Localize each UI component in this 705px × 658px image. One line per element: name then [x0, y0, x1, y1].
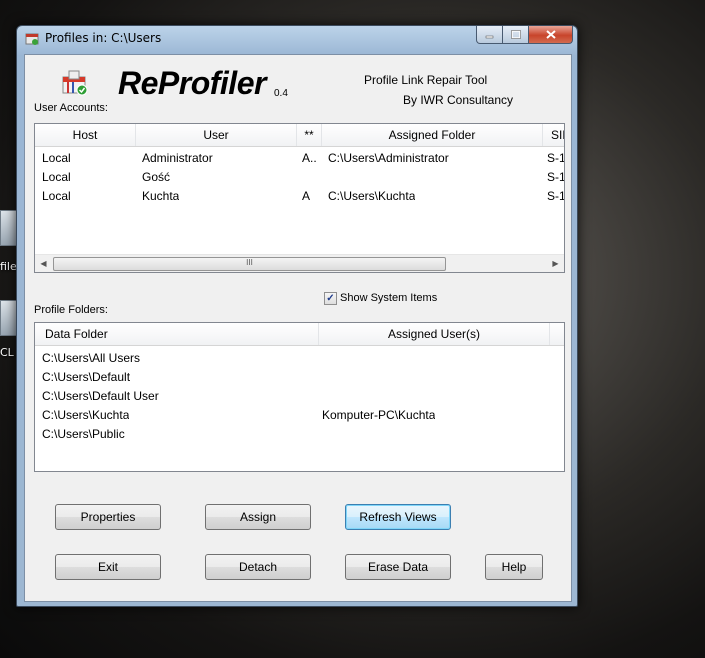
version-label: 0.4 [274, 88, 288, 99]
tagline: Profile Link Repair Tool [364, 73, 488, 87]
user-accounts-header: Host User ** Assigned Folder SID [35, 124, 564, 147]
checkmark-icon: ✓ [326, 293, 335, 304]
detach-button[interactable]: Detach [205, 554, 311, 580]
row-1-flag: A.. [302, 151, 317, 165]
app-icon [25, 33, 39, 45]
maximize-button[interactable] [503, 26, 529, 44]
client-area: ReProfiler 0.4 Profile Link Repair Tool … [24, 54, 572, 602]
exit-button[interactable]: Exit [55, 554, 161, 580]
col-host[interactable]: Host [35, 124, 136, 146]
desktop-icon-1-label: file [0, 260, 17, 273]
window-controls [476, 26, 573, 44]
folder-3-path: C:\Users\Default User [42, 389, 159, 403]
col-user[interactable]: User [136, 124, 297, 146]
profile-folders-label: Profile Folders: [34, 304, 108, 316]
row-2-user: Gość [142, 170, 171, 184]
folder-4-user: Komputer-PC\Kuchta [322, 408, 436, 422]
col-sid[interactable]: SID [543, 124, 564, 146]
maximize-icon [510, 30, 521, 39]
show-system-items-label[interactable]: Show System Items [340, 292, 437, 304]
row-1-sid: S-1 [547, 151, 565, 165]
scroll-thumb[interactable]: III [53, 257, 446, 271]
assign-button[interactable]: Assign [205, 504, 311, 530]
reprofiler-logo-icon [62, 70, 88, 96]
folder-1-path: C:\Users\All Users [42, 351, 141, 365]
folder-4-path: C:\Users\Kuchta [42, 408, 130, 422]
close-button[interactable] [529, 26, 573, 44]
close-icon [545, 30, 556, 39]
title-bar[interactable]: Profiles in: C:\Users [17, 26, 577, 52]
logo-text: ReProfiler [118, 65, 266, 101]
col-flag[interactable]: ** [297, 124, 322, 146]
scroll-right-icon[interactable]: ▶ [547, 255, 564, 272]
erase-data-button[interactable]: Erase Data [345, 554, 451, 580]
reprofiler-window: Profiles in: C:\Users ReProfiler 0.4 Pro… [16, 25, 578, 607]
row-3-folder: C:\Users\Kuchta [328, 189, 416, 203]
profile-folders-list[interactable]: Data Folder Assigned User(s) C:\Users\Al… [34, 322, 565, 472]
row-3-user: Kuchta [142, 189, 180, 203]
row-1-host: Local [42, 151, 71, 165]
col-data-folder[interactable]: Data Folder [35, 323, 319, 345]
row-1-folder: C:\Users\Administrator [328, 151, 449, 165]
window-title: Profiles in: C:\Users [45, 31, 162, 45]
col-assigned-folder[interactable]: Assigned Folder [322, 124, 543, 146]
help-button[interactable]: Help [485, 554, 543, 580]
properties-button[interactable]: Properties [55, 504, 161, 530]
user-accounts-label: User Accounts: [34, 102, 108, 114]
row-3-sid: S-1 [547, 189, 565, 203]
minimize-button[interactable] [476, 26, 503, 44]
row-2-sid: S-1 [547, 170, 565, 184]
minimize-icon [485, 35, 494, 39]
row-3-host: Local [42, 189, 71, 203]
folder-2-path: C:\Users\Default [42, 370, 131, 384]
show-system-items-checkbox[interactable]: ✓ [324, 292, 337, 305]
refresh-views-button[interactable]: Refresh Views [345, 504, 451, 530]
row-2-host: Local [42, 170, 71, 184]
desktop-icon-2-label: CL [0, 346, 14, 359]
byline: By IWR Consultancy [403, 93, 514, 107]
horizontal-scrollbar[interactable]: ◀ III ▶ [35, 254, 564, 272]
row-1-user: Administrator [142, 151, 213, 165]
col-assigned-users[interactable]: Assigned User(s) [319, 323, 550, 345]
scroll-left-icon[interactable]: ◀ [35, 255, 52, 272]
folder-5-path: C:\Users\Public [42, 427, 125, 441]
user-accounts-list[interactable]: Host User ** Assigned Folder SID Local A… [34, 123, 565, 273]
profile-folders-header: Data Folder Assigned User(s) [35, 323, 564, 346]
row-3-flag: A [302, 189, 311, 203]
